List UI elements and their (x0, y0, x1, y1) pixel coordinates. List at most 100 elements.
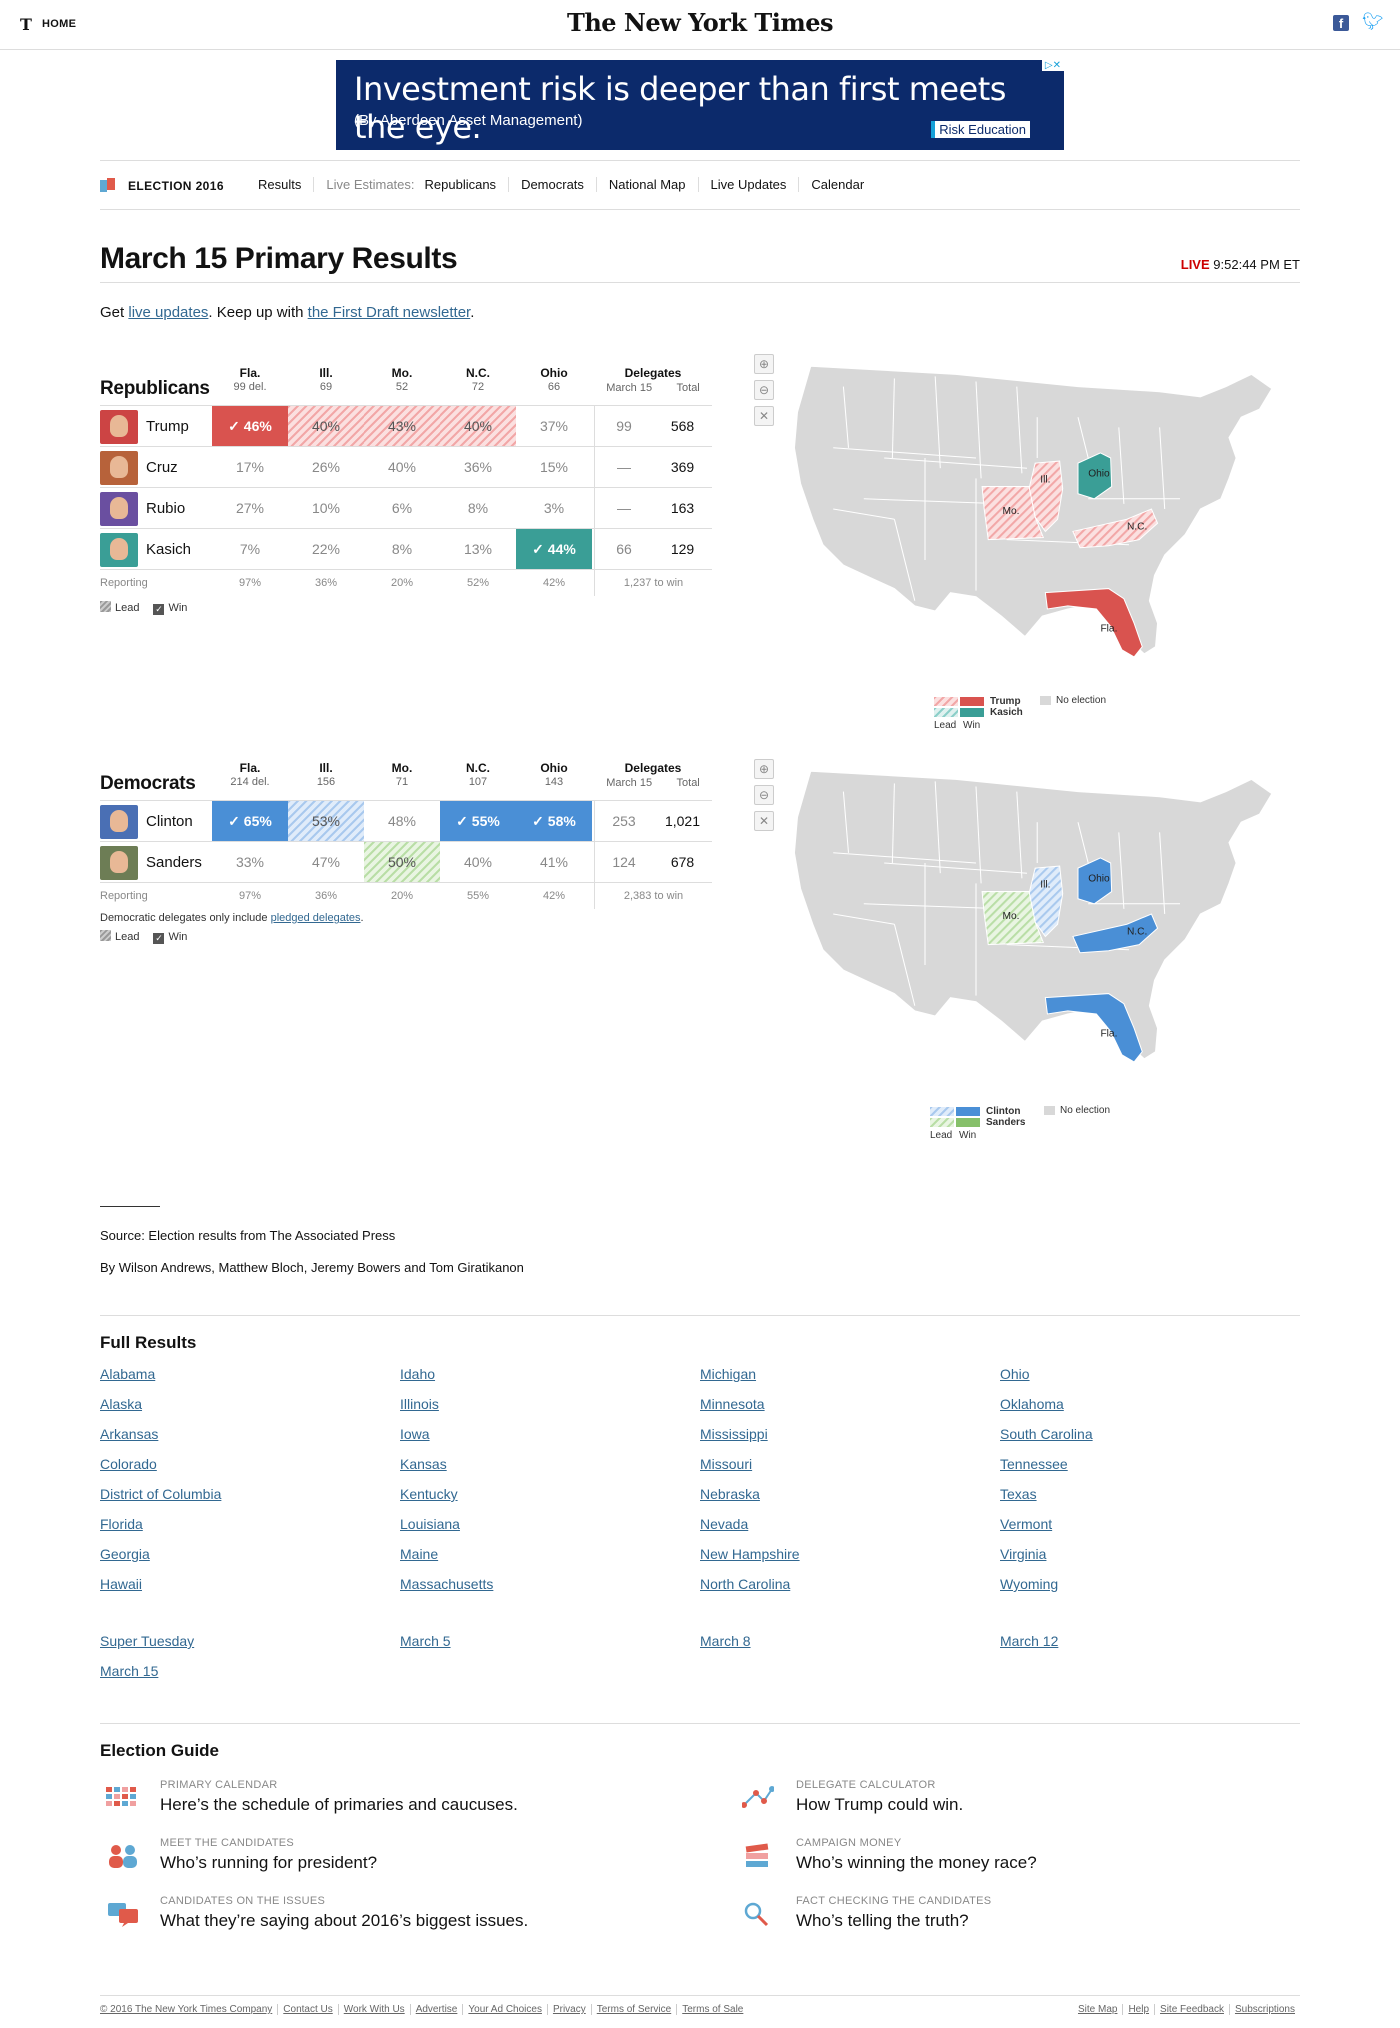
candidate-row-rubio[interactable]: Rubio 27% 10% 6% 8% 3% — 163 (100, 487, 712, 528)
ad-choices-icon[interactable]: ▷✕ (1041, 60, 1064, 71)
reset-zoom-icon[interactable]: ✕ (754, 406, 774, 426)
guide-item-fact-checking-the-candidates[interactable]: FACT CHECKING THE CANDIDATES Who’s tellin… (736, 1895, 1296, 1939)
col-ill-label: Ill. (319, 761, 333, 775)
footer-link-terms-of-service[interactable]: Terms of Service (590, 2004, 676, 2015)
state-link-nevada[interactable]: Nevada (700, 1516, 800, 1546)
date-link-march-8[interactable]: March 8 (700, 1633, 751, 1663)
legend-no-election-swatch (1040, 696, 1051, 705)
state-link-kentucky[interactable]: Kentucky (400, 1486, 493, 1516)
candidate-row-kasich[interactable]: Kasich 7% 22% 8% 13% ✓ 44% 66 129 (100, 528, 712, 569)
date-link-march-12[interactable]: March 12 (1000, 1633, 1058, 1663)
state-link-iowa[interactable]: Iowa (400, 1426, 493, 1456)
state-link-south-carolina[interactable]: South Carolina (1000, 1426, 1093, 1456)
footer-link-work-with-us[interactable]: Work With Us (337, 2004, 410, 2015)
state-link-district-of-columbia[interactable]: District of Columbia (100, 1486, 221, 1516)
footer-link-2016-the-new-york-times-company[interactable]: © 2016 The New York Times Company (100, 2004, 277, 2015)
state-link-colorado[interactable]: Colorado (100, 1456, 221, 1486)
state-link-illinois[interactable]: Illinois (400, 1396, 493, 1426)
footer-link-help[interactable]: Help (1122, 2004, 1154, 2015)
advertisement-banner[interactable]: Investment risk is deeper than first mee… (336, 60, 1064, 150)
state-link-maine[interactable]: Maine (400, 1546, 493, 1576)
date-link-super-tuesday[interactable]: Super Tuesday (100, 1633, 194, 1663)
candidate-row-sanders[interactable]: Sanders 33% 47% 50% 40% 41% 124 678 (100, 841, 712, 882)
election-2016-brand[interactable]: ELECTION 2016 (128, 179, 224, 193)
guide-item-candidates-on-the-issues[interactable]: CANDIDATES ON THE ISSUES What they’re say… (100, 1895, 660, 1939)
zoom-in-icon[interactable]: ⊕ (754, 354, 774, 374)
state-link-mississippi[interactable]: Mississippi (700, 1426, 800, 1456)
guide-item-primary-calendar[interactable]: PRIMARY CALENDAR Here’s the schedule of p… (100, 1779, 660, 1823)
footer-link-privacy[interactable]: Privacy (546, 2004, 591, 2015)
state-link-ohio[interactable]: Ohio (1000, 1366, 1093, 1396)
republican-map[interactable]: Fla. Ill. Mo. N.C. Ohio ⊕ ⊖ ✕ (752, 350, 1300, 680)
candidate-row-clinton[interactable]: Clinton ✓ 65% 53% 48% ✓ 55% ✓ 58% 253 1,021 (100, 800, 712, 841)
footer-link-advertise[interactable]: Advertise (409, 2004, 463, 2015)
footer-link-site-map[interactable]: Site Map (1078, 2004, 1122, 2015)
result-cell: 40% (440, 406, 516, 446)
nav-republicans[interactable]: Republicans (421, 177, 509, 192)
newsletter-link[interactable]: the First Draft newsletter (308, 304, 471, 321)
guide-headline[interactable]: Here’s the schedule of primaries and cau… (160, 1795, 518, 1815)
zoom-in-icon[interactable]: ⊕ (754, 759, 774, 779)
date-link-march-15[interactable]: March 15 (100, 1663, 194, 1693)
nav-live-updates[interactable]: Live Updates (697, 177, 799, 192)
candidate-photo-kasich (100, 533, 138, 567)
reset-zoom-icon[interactable]: ✕ (754, 811, 774, 831)
state-link-texas[interactable]: Texas (1000, 1486, 1093, 1516)
state-link-minnesota[interactable]: Minnesota (700, 1396, 800, 1426)
state-link-alaska[interactable]: Alaska (100, 1396, 221, 1426)
guide-item-delegate-calculator[interactable]: DELEGATE CALCULATOR How Trump could win. (736, 1779, 1296, 1823)
facebook-icon[interactable]: f (1333, 15, 1349, 31)
pledged-delegates-link[interactable]: pledged delegates (271, 912, 361, 924)
state-link-arkansas[interactable]: Arkansas (100, 1426, 221, 1456)
state-link-missouri[interactable]: Missouri (700, 1456, 800, 1486)
state-link-alabama[interactable]: Alabama (100, 1366, 221, 1396)
footer-link-contact-us[interactable]: Contact Us (277, 2004, 337, 2015)
candidate-row-cruz[interactable]: Cruz 17% 26% 40% 36% 15% — 369 (100, 446, 712, 487)
footer-link-subscriptions[interactable]: Subscriptions (1228, 2004, 1300, 2015)
date-link-march-5[interactable]: March 5 (400, 1633, 451, 1663)
zoom-out-icon[interactable]: ⊖ (754, 785, 774, 805)
footer-link-site-feedback[interactable]: Site Feedback (1154, 2004, 1229, 2015)
state-link-oklahoma[interactable]: Oklahoma (1000, 1396, 1093, 1426)
state-link-louisiana[interactable]: Louisiana (400, 1516, 493, 1546)
state-link-wyoming[interactable]: Wyoming (1000, 1576, 1093, 1606)
democrat-map[interactable]: Fla. Ill. Mo. N.C. Ohio ⊕ ⊖ ✕ (752, 755, 1300, 1085)
footer-link-your-ad-choices[interactable]: Your Ad Choices (462, 2004, 547, 2015)
guide-headline[interactable]: Who’s running for president? (160, 1853, 377, 1873)
full-results-column: Idaho Illinois Iowa Kansas Kentucky Louisiana… (400, 1366, 493, 1606)
nav-results[interactable]: Results (246, 177, 313, 192)
result-cell: 7% (212, 529, 288, 569)
twitter-icon[interactable]: 🐦︎ (1362, 12, 1384, 32)
guide-headline[interactable]: Who’s telling the truth? (796, 1911, 969, 1931)
nav-democrats[interactable]: Democrats (508, 177, 596, 192)
guide-headline[interactable]: How Trump could win. (796, 1795, 963, 1815)
guide-headline[interactable]: Who’s winning the money race? (796, 1853, 1037, 1873)
footer-link-terms-of-sale[interactable]: Terms of Sale (676, 2004, 748, 2015)
state-link-kansas[interactable]: Kansas (400, 1456, 493, 1486)
state-link-michigan[interactable]: Michigan (700, 1366, 800, 1396)
guide-item-meet-the-candidates[interactable]: MEET THE CANDIDATES Who’s running for pre… (100, 1837, 660, 1881)
state-link-idaho[interactable]: Idaho (400, 1366, 493, 1396)
state-link-new-hampshire[interactable]: New Hampshire (700, 1546, 800, 1576)
state-link-florida[interactable]: Florida (100, 1516, 221, 1546)
state-link-virginia[interactable]: Virginia (1000, 1546, 1093, 1576)
state-link-tennessee[interactable]: Tennessee (1000, 1456, 1093, 1486)
title-divider (100, 282, 1300, 283)
masthead-logo[interactable]: The New York Times (0, 8, 1400, 37)
guide-item-campaign-money[interactable]: CAMPAIGN MONEY Who’s winning the money ra… (736, 1837, 1296, 1881)
state-link-vermont[interactable]: Vermont (1000, 1516, 1093, 1546)
result-value: 15% (539, 459, 569, 475)
guide-headline[interactable]: What they’re saying about 2016’s biggest… (160, 1911, 528, 1931)
state-link-georgia[interactable]: Georgia (100, 1546, 221, 1576)
nav-calendar[interactable]: Calendar (798, 177, 876, 192)
state-link-north-carolina[interactable]: North Carolina (700, 1576, 800, 1606)
live-updates-link[interactable]: live updates (128, 304, 208, 321)
state-link-nebraska[interactable]: Nebraska (700, 1486, 800, 1516)
nav-national-map[interactable]: National Map (595, 177, 698, 192)
state-link-massachusetts[interactable]: Massachusetts (400, 1576, 493, 1606)
magnifier-icon (742, 1901, 776, 1927)
zoom-out-icon[interactable]: ⊖ (754, 380, 774, 400)
candidate-row-trump[interactable]: Trump ✓ 46% 40% 43% 40% 37% 99 568 (100, 405, 712, 446)
state-link-hawaii[interactable]: Hawaii (100, 1576, 221, 1606)
state-label-north-carolina: N.C. (1127, 926, 1147, 937)
